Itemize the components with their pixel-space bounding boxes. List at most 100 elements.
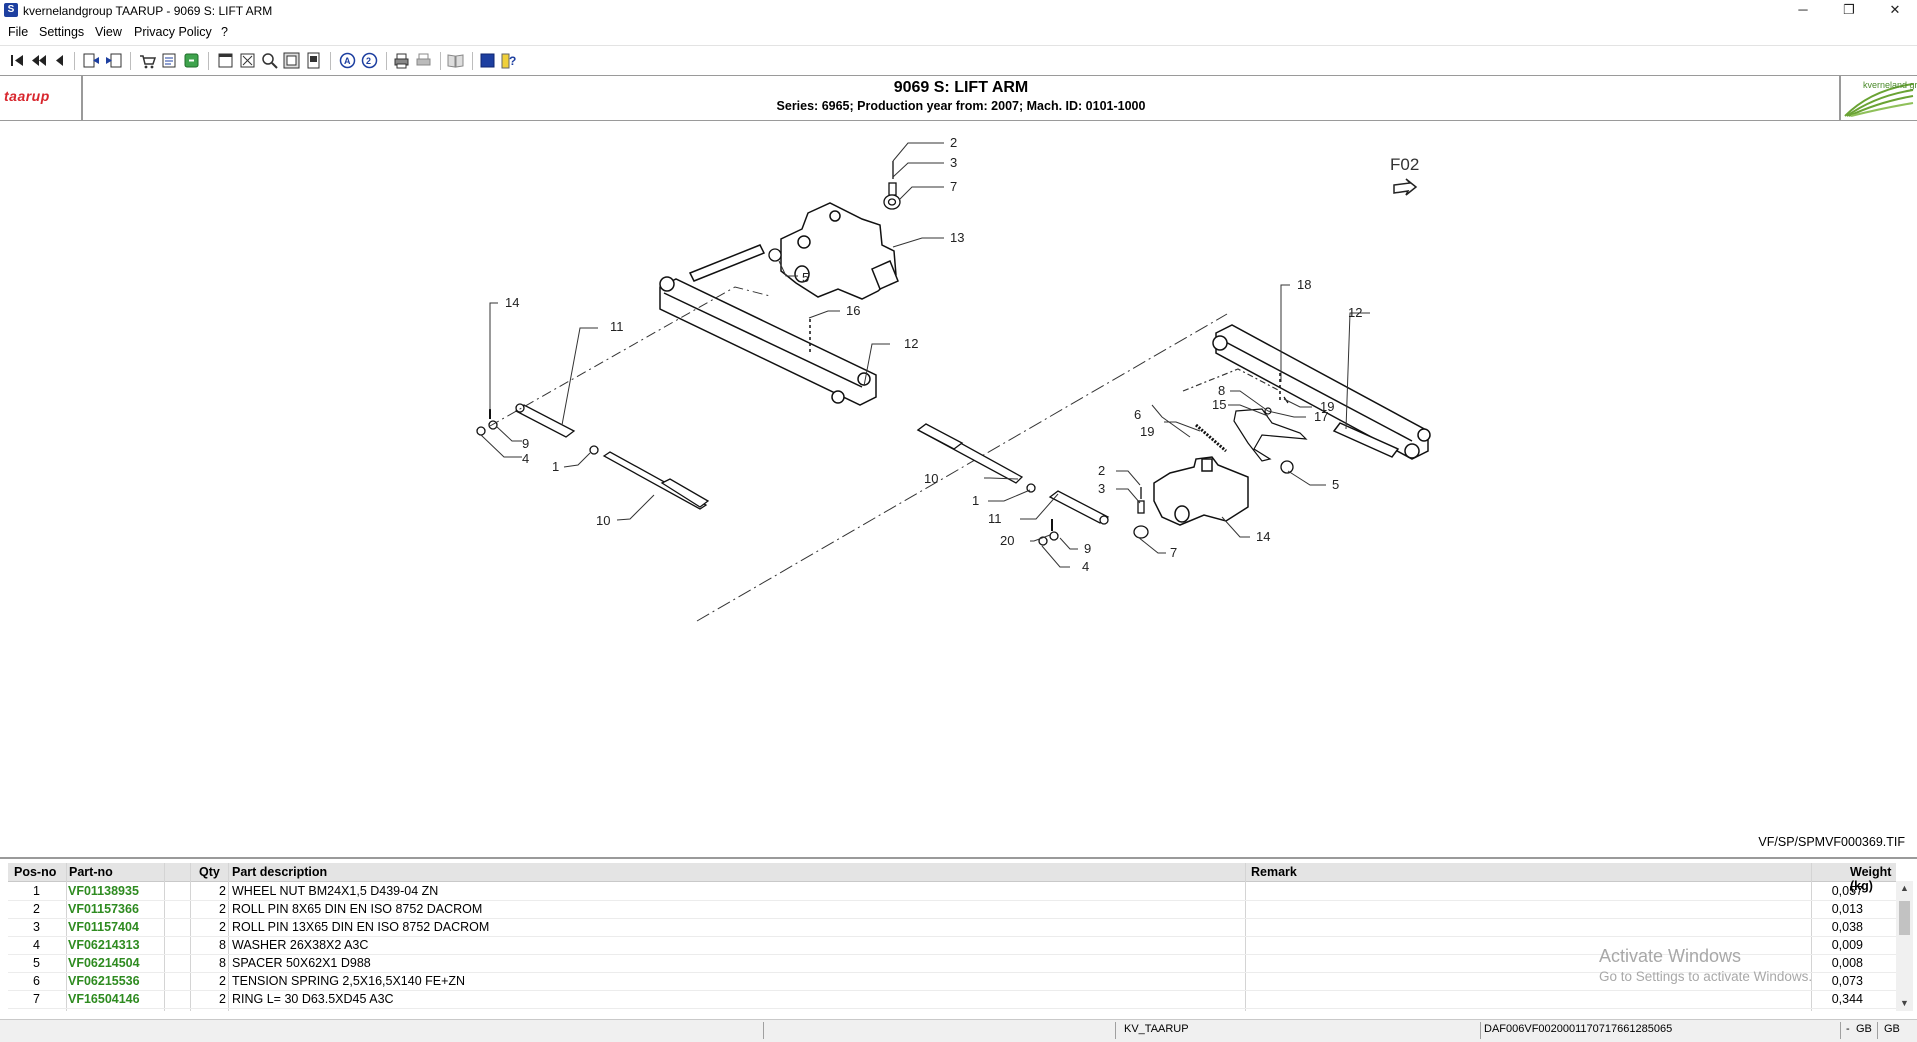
callout-label: 2	[950, 135, 957, 150]
bracket-part-right	[1153, 456, 1249, 526]
weight-cell: 0,073	[1831, 974, 1863, 988]
order-list-icon[interactable]	[160, 51, 179, 70]
callout-label: 13	[950, 230, 964, 245]
weight-cell: 0,008	[1831, 956, 1863, 970]
parts-table: Pos-no Part-no Qty Part description Rema…	[8, 863, 1896, 1011]
qty-cell: 2	[219, 974, 226, 988]
callout-label: 7	[950, 179, 957, 194]
qty-cell: 8	[219, 938, 226, 952]
callout-label: 14	[1256, 529, 1270, 544]
index-icon[interactable]	[216, 51, 235, 70]
close-button[interactable]: ✕	[1872, 0, 1917, 22]
callout-label: 4	[522, 451, 529, 466]
search-2-icon[interactable]: 2	[360, 51, 379, 70]
callout-label: 7	[1170, 545, 1177, 560]
help-icon[interactable]: ?	[500, 51, 519, 70]
zoom-icon[interactable]	[260, 51, 279, 70]
menu-privacy-policy[interactable]: Privacy Policy	[134, 25, 212, 39]
callout-label: 20	[1000, 533, 1014, 548]
status-language: GB	[1856, 1023, 1872, 1035]
qty-cell: 2	[219, 920, 226, 934]
col-pos-no[interactable]: Pos-no	[14, 865, 56, 879]
menu-help[interactable]: ?	[221, 25, 228, 39]
forward-icon[interactable]	[104, 51, 123, 70]
description-cell: SPACER 50X62X1 D988	[232, 956, 371, 970]
rod-left	[602, 451, 710, 510]
svg-text:kverneland group: kverneland group	[1863, 80, 1917, 90]
table-header: Pos-no Part-no Qty Part description Rema…	[8, 863, 1896, 893]
previous-page-icon[interactable]	[50, 51, 69, 70]
title-bar: S kvernelandgroup TAARUP - 9069 S: LIFT …	[0, 0, 1917, 22]
description-cell: TENSION SPRING 2,5X16,5X140 FE+ZN	[232, 974, 466, 988]
callout-label: 15	[1212, 397, 1226, 412]
minimize-button[interactable]: ─	[1780, 0, 1826, 22]
table-row[interactable]: 7 VF16504146 2 RING L= 30 D63.5XD45 A3C …	[8, 990, 1896, 1009]
callout-label: 16	[846, 303, 860, 318]
table-scrollbar[interactable]: ▲ ▼	[1896, 881, 1913, 1011]
callout-label: 19	[1140, 424, 1154, 439]
pin-group-left	[476, 403, 599, 455]
menu-file[interactable]: File	[8, 25, 28, 39]
page-icon[interactable]	[304, 51, 323, 70]
stop-icon[interactable]	[478, 51, 497, 70]
print-icon[interactable]	[392, 51, 411, 70]
callout-label: 11	[988, 511, 1002, 526]
callout-label: 3	[950, 155, 957, 170]
book-icon[interactable]	[446, 51, 465, 70]
menu-view[interactable]: View	[95, 25, 122, 39]
col-remark[interactable]: Remark	[1251, 865, 1297, 879]
export-icon[interactable]	[182, 51, 201, 70]
part-no-link[interactable]: VF01138935	[68, 884, 139, 898]
table-row[interactable]: 1 VF01138935 2 WHEEL NUT BM24X1,5 D439-0…	[8, 882, 1896, 901]
status-catalog: KV_TAARUP	[1124, 1023, 1189, 1035]
table-row[interactable]: 2 VF01157366 2 ROLL PIN 8X65 DIN EN ISO …	[8, 900, 1896, 919]
pin-stack-right	[1133, 487, 1149, 539]
first-page-icon[interactable]	[8, 51, 27, 70]
pos-cell: 2	[33, 902, 40, 916]
callout-label: 10	[596, 513, 610, 528]
status-bar: KV_TAARUP DAF006VF0020001170717661285065…	[0, 1019, 1917, 1042]
part-no-link[interactable]: VF01157366	[68, 902, 139, 916]
qty-cell: 8	[219, 956, 226, 970]
page-view-icon[interactable]	[282, 51, 301, 70]
callout-label: 10	[924, 471, 938, 486]
toolbar: A 2 ?	[0, 45, 1917, 76]
previous-chapter-icon[interactable]	[29, 51, 48, 70]
menu-settings[interactable]: Settings	[39, 25, 84, 39]
part-no-link[interactable]: VF01157404	[68, 920, 139, 934]
part-no-link[interactable]: VF16504146	[68, 992, 140, 1006]
zoom-fit-icon[interactable]	[238, 51, 257, 70]
col-description[interactable]: Part description	[232, 865, 327, 879]
page-title: 9069 S: LIFT ARM	[893, 79, 1029, 96]
kverneland-logo: kverneland group	[1839, 76, 1917, 120]
scroll-up-icon[interactable]: ▲	[1896, 881, 1913, 896]
weight-cell: 0,013	[1831, 902, 1863, 916]
back-icon[interactable]	[82, 51, 101, 70]
status-language-2: GB	[1884, 1023, 1900, 1035]
svg-text:2: 2	[366, 56, 371, 66]
search-a-icon[interactable]: A	[338, 51, 357, 70]
pos-cell: 1	[33, 884, 40, 898]
pos-cell: 7	[33, 992, 40, 1006]
exploded-drawing[interactable]: F02 2 3 7 13 5 14 11 16 12 9 4 1 10 18 1…	[0, 121, 1917, 859]
weight-cell: 0,057	[1831, 884, 1863, 898]
callout-label: 18	[1297, 277, 1311, 292]
part-no-link[interactable]: VF06215536	[68, 974, 140, 988]
part-no-link[interactable]: VF06214504	[68, 956, 140, 970]
scroll-down-icon[interactable]: ▼	[1896, 996, 1913, 1011]
col-part-no[interactable]: Part-no	[69, 865, 113, 879]
cart-icon[interactable]	[138, 51, 157, 70]
restore-button[interactable]: ❐	[1826, 0, 1872, 22]
print-preview-icon[interactable]	[414, 51, 433, 70]
description-cell: WHEEL NUT BM24X1,5 D439-04 ZN	[232, 884, 439, 898]
col-qty[interactable]: Qty	[199, 865, 220, 879]
scroll-thumb[interactable]	[1899, 901, 1910, 935]
svg-text:A: A	[344, 56, 351, 66]
description-cell: ROLL PIN 8X65 DIN EN ISO 8752 DACROM	[232, 902, 483, 916]
pos-cell: 3	[33, 920, 40, 934]
callout-label: 1	[972, 493, 979, 508]
pos-cell: 6	[33, 974, 40, 988]
table-row[interactable]: 3 VF01157404 2 ROLL PIN 13X65 DIN EN ISO…	[8, 918, 1896, 937]
qty-cell: 2	[219, 902, 226, 916]
part-no-link[interactable]: VF06214313	[68, 938, 140, 952]
